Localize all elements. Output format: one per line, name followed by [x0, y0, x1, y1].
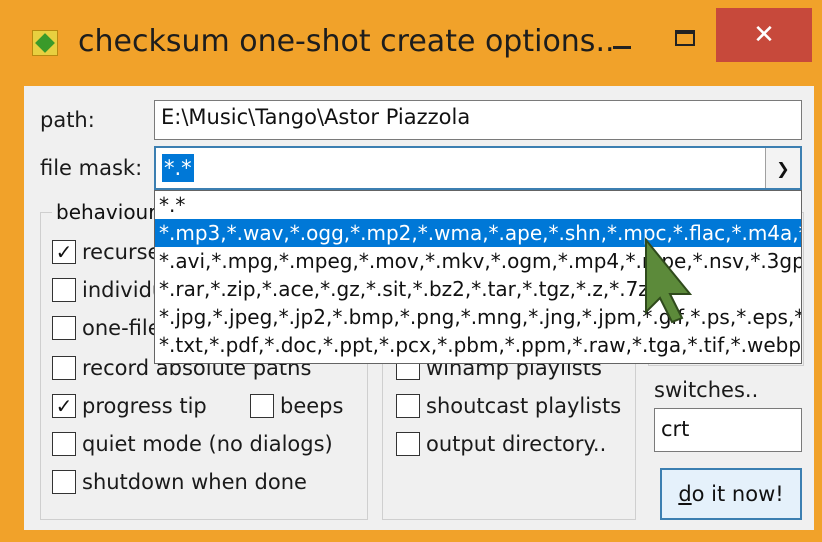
path-label: path:	[40, 108, 95, 132]
beeps-check[interactable]	[250, 394, 274, 418]
shutdown-when-done-check[interactable]	[52, 470, 76, 494]
file-mask-option[interactable]: *.avi,*.mpg,*.mpeg,*.mov,*.mkv,*.ogm,*.m…	[155, 247, 801, 275]
quiet-mode-label: quiet mode (no dialogs)	[82, 432, 333, 456]
shoutcast-playlists-check[interactable]	[396, 394, 420, 418]
chevron-down-icon[interactable]: ❯	[765, 148, 800, 188]
file-mask-label: file mask:	[40, 156, 143, 180]
title-bar[interactable]: checksum one-shot create options.. ✕	[0, 0, 822, 86]
close-icon: ✕	[753, 20, 775, 50]
switches-input[interactable]: crt	[654, 408, 802, 452]
individual-check[interactable]	[52, 278, 76, 302]
window-title: checksum one-shot create options..	[78, 24, 615, 59]
quiet-mode-check[interactable]	[52, 432, 76, 456]
file-mask-option[interactable]: *.rar,*.zip,*.ace,*.gz,*.sit,*.bz2,*.tar…	[155, 275, 801, 303]
quiet-mode-checkbox[interactable]: quiet mode (no dialogs)	[52, 432, 333, 456]
file-mask-dropdown-list[interactable]: *.* *.mp3,*.wav,*.ogg,*.mp2,*.wma,*.ape,…	[154, 190, 802, 364]
one-file-check[interactable]	[52, 316, 76, 340]
path-input[interactable]: E:\Music\Tango\Astor Piazzola	[154, 100, 802, 140]
output-directory-label: output directory..	[426, 432, 607, 456]
mouse-pointer-icon	[645, 237, 693, 324]
do-it-now-accel: d	[678, 482, 692, 506]
file-mask-option[interactable]: *.txt,*.pdf,*.doc,*.ppt,*.pcx,*.pbm,*.pp…	[155, 331, 801, 359]
output-directory-checkbox[interactable]: output directory..	[396, 432, 606, 456]
beeps-checkbox[interactable]: beeps	[250, 394, 343, 418]
file-mask-selected-text[interactable]: *.*	[162, 154, 194, 182]
record-absolute-paths-check[interactable]	[52, 356, 76, 380]
progress-tip-check[interactable]: ✓	[52, 394, 76, 418]
recurse-label: recurse	[82, 240, 161, 264]
recurse-checkbox[interactable]: ✓ recurse	[52, 240, 160, 264]
behaviour-group-label: behaviour	[52, 200, 161, 224]
maximize-button[interactable]	[660, 10, 712, 72]
recurse-check[interactable]: ✓	[52, 240, 76, 264]
close-button[interactable]: ✕	[716, 8, 812, 62]
switches-label: switches..	[654, 378, 759, 402]
shutdown-when-done-label: shutdown when done	[82, 470, 307, 494]
progress-tip-checkbox[interactable]: ✓ progress tip	[52, 394, 207, 418]
shutdown-when-done-checkbox[interactable]: shutdown when done	[52, 470, 307, 494]
output-directory-check[interactable]	[396, 432, 420, 456]
minimize-button[interactable]	[596, 10, 648, 72]
shoutcast-playlists-checkbox[interactable]: shoutcast playlists	[396, 394, 621, 418]
one-file-checkbox[interactable]: one-file	[52, 316, 161, 340]
file-mask-combobox[interactable]: *.* ❯	[154, 146, 802, 190]
do-it-now-button[interactable]: do it now!	[660, 468, 802, 520]
shoutcast-playlists-label: shoutcast playlists	[426, 394, 622, 418]
do-it-now-label: o it now!	[691, 482, 784, 506]
file-mask-option[interactable]: *.jpg,*.jpeg,*.jp2,*.bmp,*.png,*.mng,*.j…	[155, 303, 801, 331]
progress-tip-label: progress tip	[82, 394, 207, 418]
file-mask-option[interactable]: *.*	[155, 191, 801, 219]
one-file-label: one-file	[82, 316, 161, 340]
checksum-app-icon	[32, 30, 58, 56]
beeps-label: beeps	[280, 394, 344, 418]
file-mask-option-highlighted[interactable]: *.mp3,*.wav,*.ogg,*.mp2,*.wma,*.ape,*.sh…	[155, 219, 801, 247]
